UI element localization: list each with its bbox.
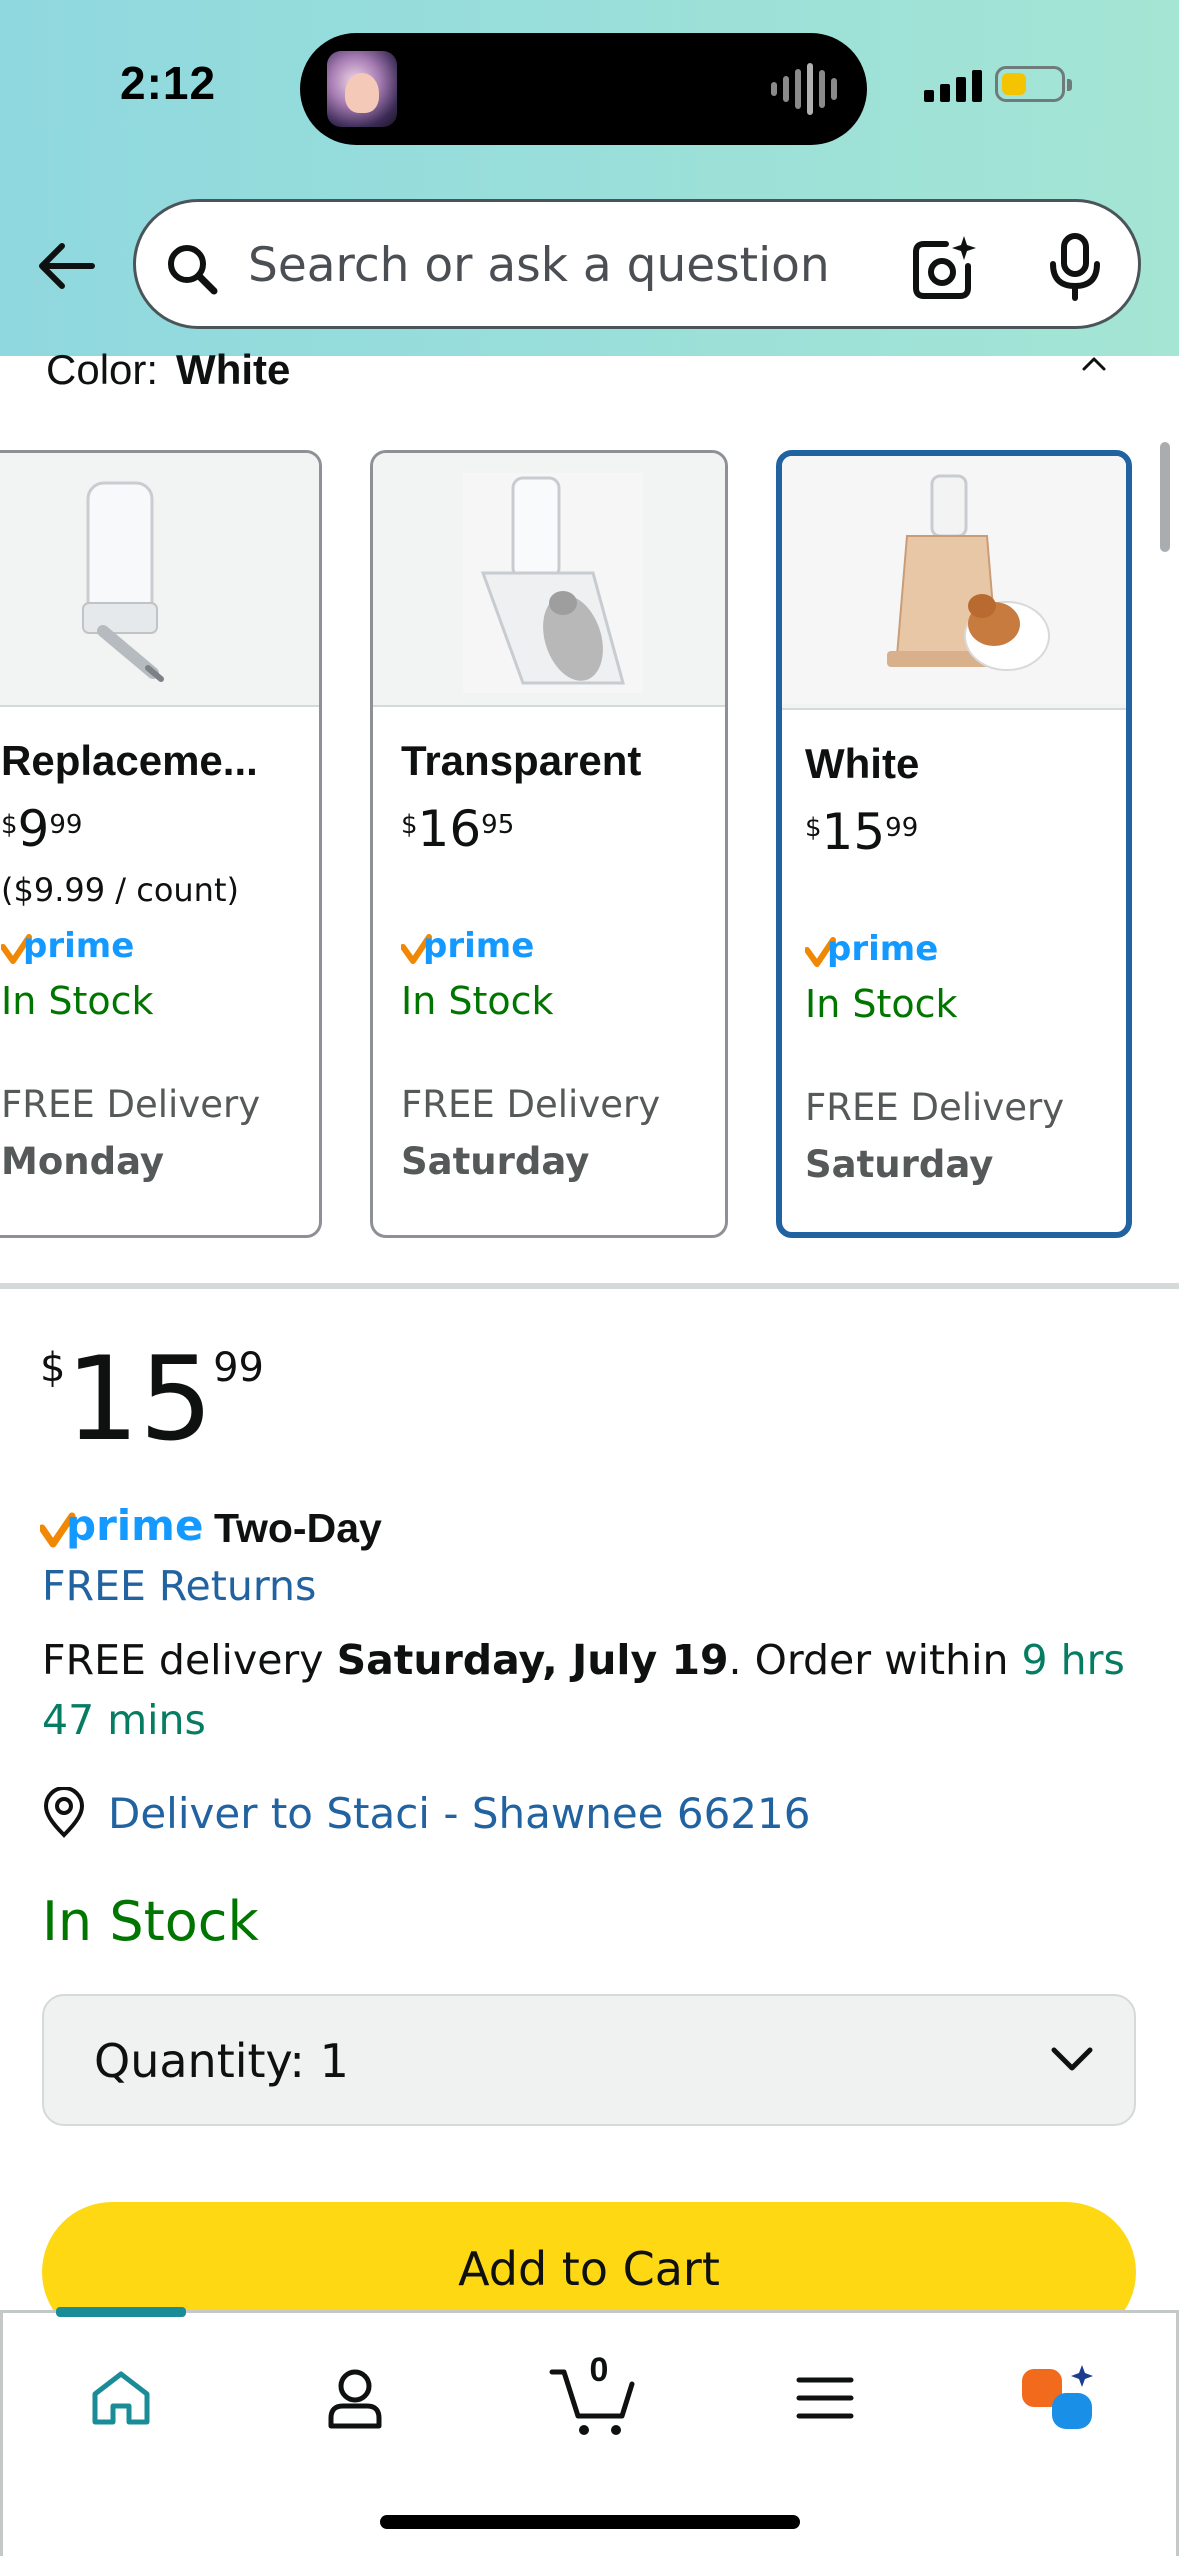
now-playing-artwork [327, 51, 397, 127]
active-tab-indicator [56, 2307, 186, 2317]
prime-badge-icon: prime [400, 923, 725, 975]
home-indicator[interactable] [380, 2515, 800, 2529]
free-returns-link[interactable]: FREE Returns [42, 1562, 316, 1610]
variant-name: Replaceme... [1, 737, 258, 784]
section-divider [0, 1283, 1179, 1289]
nav-profile[interactable] [310, 2353, 400, 2443]
product-thumbnail [0, 453, 319, 707]
battery-icon [995, 66, 1072, 102]
selected-color: White [176, 346, 291, 393]
variant-name: White [805, 740, 920, 787]
unit-price: ($9.99 / count) [1, 871, 239, 909]
search-input[interactable] [248, 232, 868, 298]
deliver-to-address[interactable]: Deliver to Staci - Shawnee 66216 [108, 1789, 810, 1838]
search-icon[interactable] [162, 239, 222, 299]
color-selector-label: Color: White [46, 346, 290, 394]
variant-price: $999 [1, 800, 83, 858]
product-thumbnail [373, 453, 725, 707]
product-thumbnail [782, 456, 1126, 710]
variant-card-replacement[interactable]: Replaceme... $999 ($9.99 / count) prime … [0, 450, 322, 1238]
camera-lens-icon[interactable] [910, 234, 978, 302]
availability-status: In Stock [42, 1890, 259, 1953]
collapse-chevron-icon[interactable] [1068, 344, 1120, 374]
prime-logo-icon: prime [40, 1501, 203, 1550]
cart-count-badge: 0 [589, 2351, 609, 2389]
variant-card-transparent[interactable]: Transparent $1695 prime In Stock FREE De… [370, 450, 728, 1238]
deliver-to-link[interactable]: Deliver to Staci - Shawnee 66216 [40, 1787, 810, 1839]
delivery-estimate: FREE delivery Saturday, July 19. Order w… [42, 1636, 1125, 1744]
svg-text:prime: prime [66, 1501, 203, 1550]
delivery-day: Saturday [401, 1140, 590, 1183]
app-header: 2:12 [0, 0, 1179, 356]
home-icon[interactable] [89, 2368, 153, 2428]
unit-price [401, 871, 725, 915]
stock-status: In Stock [805, 982, 958, 1026]
variant-card-white-selected[interactable]: White $1599 prime In Stock FREE Delivery… [776, 450, 1132, 1238]
nav-menu[interactable] [780, 2353, 870, 2443]
location-pin-icon [43, 1787, 85, 1838]
profile-icon[interactable] [325, 2366, 385, 2430]
scrollbar[interactable] [1160, 442, 1170, 552]
nav-rufus[interactable] [1013, 2353, 1103, 2443]
quantity-value: 1 [319, 2034, 349, 2088]
microphone-icon[interactable] [1045, 232, 1105, 302]
delivery-day: Saturday [805, 1143, 994, 1186]
back-arrow-icon[interactable] [30, 230, 102, 302]
svg-text:prime: prime [827, 929, 938, 969]
delivery-label: FREE Delivery [1, 1083, 261, 1126]
shipping-speed: Two-Day [214, 1504, 382, 1551]
prime-shipping: prime Two-Day [40, 1500, 382, 1556]
prime-badge-icon: prime [0, 923, 319, 975]
variant-price: $1599 [805, 803, 919, 861]
nav-home[interactable] [76, 2353, 166, 2443]
delivery-label: FREE Delivery [805, 1086, 1065, 1129]
rufus-ai-icon[interactable] [1018, 2363, 1098, 2433]
svg-text:prime: prime [23, 926, 134, 966]
delivery-label: FREE Delivery [401, 1083, 661, 1126]
delivery-day: Monday [1, 1140, 165, 1183]
quantity-dropdown[interactable]: Quantity: 1 [42, 1994, 1136, 2126]
prime-badge-icon: prime [804, 926, 1126, 978]
cellular-signal-icon [924, 66, 982, 102]
nav-cart[interactable]: 0 [543, 2351, 643, 2443]
stock-status: In Stock [401, 979, 554, 1023]
main-price: $1599 [40, 1332, 264, 1467]
status-time: 2:12 [120, 57, 217, 109]
dynamic-island[interactable] [300, 33, 867, 145]
color-label: Color: [46, 346, 159, 393]
search-bar[interactable] [133, 199, 1141, 329]
audio-waveform-icon [771, 63, 837, 115]
unit-price [805, 874, 1126, 918]
variant-name: Transparent [401, 737, 642, 784]
chevron-down-icon [1051, 2047, 1093, 2071]
delivery-date: Saturday, July 19 [336, 1636, 729, 1684]
stock-status: In Stock [1, 979, 154, 1023]
variant-price: $1695 [401, 800, 515, 858]
quantity-label: Quantity: 1 [94, 2034, 349, 2088]
menu-icon[interactable] [795, 2375, 855, 2421]
svg-text:prime: prime [423, 926, 534, 966]
